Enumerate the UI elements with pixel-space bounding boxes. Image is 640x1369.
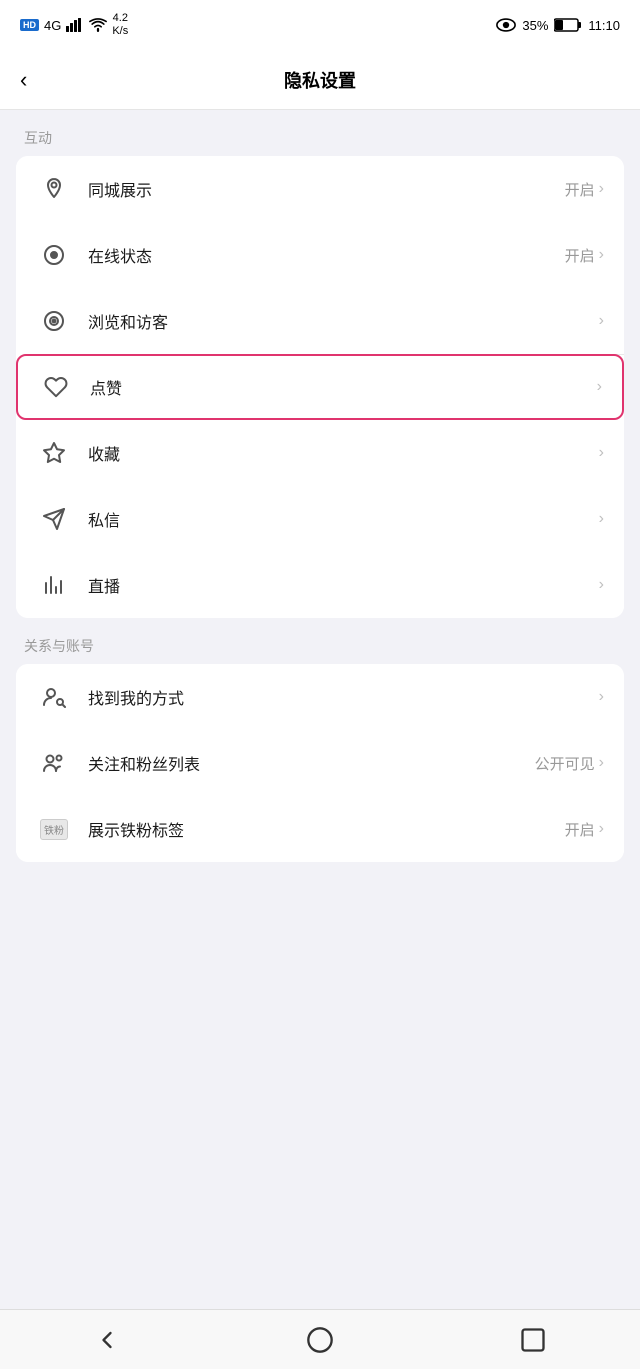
shoucang-right: › — [599, 444, 604, 462]
zhaodao-chevron: › — [599, 688, 604, 706]
status-bar: HD 4G 4.2K/s 35% 11:10 — [0, 0, 640, 50]
tiefan-label: 展示铁粉标签 — [88, 817, 565, 841]
menu-item-dianzan[interactable]: 点赞 › — [16, 354, 624, 420]
battery-text: 35% — [522, 18, 548, 33]
menu-item-zhibo[interactable]: 直播 › — [16, 552, 624, 618]
menu-item-liulan[interactable]: 浏览和访客 › — [16, 288, 624, 354]
tiefan-status: 开启 — [565, 819, 595, 840]
signal-text: 4G — [44, 18, 61, 33]
section-label-guanxi: 关系与账号 — [0, 618, 640, 664]
back-nav-button[interactable] — [77, 1320, 137, 1360]
message-icon — [36, 501, 72, 537]
online-icon — [36, 237, 72, 273]
time-text: 11:10 — [588, 18, 620, 33]
guanzhu-status: 公开可见 — [535, 753, 595, 774]
browse-icon — [36, 303, 72, 339]
bar-chart-icon — [36, 567, 72, 603]
menu-group-hudong: 同城展示 开启 › 在线状态 开启 › 浏览和访客 — [16, 156, 624, 618]
tiefan-right: 开启 › — [565, 819, 604, 840]
menu-item-tongcheng[interactable]: 同城展示 开启 › — [16, 156, 624, 222]
menu-group-guanxi: 找到我的方式 › 关注和粉丝列表 公开可见 › 铁粉 展示铁粉标签 开启 › — [16, 664, 624, 862]
network-speed: 4.2K/s — [112, 12, 128, 38]
location-icon — [36, 171, 72, 207]
liulan-chevron: › — [599, 312, 604, 330]
tiefan-badge-label: 铁粉 — [40, 819, 68, 840]
sixin-right: › — [599, 510, 604, 528]
menu-item-guanzhu[interactable]: 关注和粉丝列表 公开可见 › — [16, 730, 624, 796]
tiefan-icon: 铁粉 — [36, 811, 72, 847]
zaixian-right: 开启 › — [565, 245, 604, 266]
tongcheng-label: 同城展示 — [88, 177, 565, 201]
status-right: 35% 11:10 — [496, 18, 620, 33]
tongcheng-right: 开启 › — [565, 179, 604, 200]
eye-status-icon — [496, 18, 516, 32]
dianzan-right: › — [597, 378, 602, 396]
menu-item-shoucang[interactable]: 收藏 › — [16, 420, 624, 486]
zaixian-status: 开启 — [565, 245, 595, 266]
dianzan-chevron: › — [597, 378, 602, 396]
signal-icon — [66, 18, 84, 32]
dianzan-label: 点赞 — [90, 375, 597, 399]
zhaodao-label: 找到我的方式 — [88, 685, 599, 709]
liulan-right: › — [599, 312, 604, 330]
zaixian-chevron: › — [599, 246, 604, 264]
guanzhu-label: 关注和粉丝列表 — [88, 751, 535, 775]
bottom-navigation — [0, 1309, 640, 1369]
page-header: ‹ 隐私设置 — [0, 50, 640, 110]
status-left: HD 4G 4.2K/s — [20, 12, 128, 38]
shoucang-chevron: › — [599, 444, 604, 462]
star-icon — [36, 435, 72, 471]
wifi-icon — [89, 18, 107, 32]
zhaodao-right: › — [599, 688, 604, 706]
recent-nav-button[interactable] — [503, 1320, 563, 1360]
battery-icon — [554, 18, 582, 32]
guanzhu-chevron: › — [599, 754, 604, 772]
zaixian-label: 在线状态 — [88, 243, 565, 267]
person-search-icon — [36, 679, 72, 715]
zhibo-label: 直播 — [88, 573, 599, 597]
menu-item-sixin[interactable]: 私信 › — [16, 486, 624, 552]
menu-item-zaixian[interactable]: 在线状态 开启 › — [16, 222, 624, 288]
guanzhu-right: 公开可见 › — [535, 753, 604, 774]
persons-icon — [36, 745, 72, 781]
tongcheng-status: 开启 — [565, 179, 595, 200]
tiefan-chevron: › — [599, 820, 604, 838]
liulan-label: 浏览和访客 — [88, 309, 599, 333]
menu-item-zhaodao[interactable]: 找到我的方式 › — [16, 664, 624, 730]
sixin-chevron: › — [599, 510, 604, 528]
heart-icon — [38, 369, 74, 405]
zhibo-chevron: › — [599, 576, 604, 594]
section-label-hudong: 互动 — [0, 110, 640, 156]
page-title: 隐私设置 — [284, 67, 356, 93]
tongcheng-chevron: › — [599, 180, 604, 198]
hd-badge: HD — [20, 19, 39, 31]
menu-item-tiefan[interactable]: 铁粉 展示铁粉标签 开启 › — [16, 796, 624, 862]
shoucang-label: 收藏 — [88, 441, 599, 465]
home-nav-button[interactable] — [290, 1320, 350, 1360]
zhibo-right: › — [599, 576, 604, 594]
sixin-label: 私信 — [88, 507, 599, 531]
back-button[interactable]: ‹ — [20, 67, 27, 93]
